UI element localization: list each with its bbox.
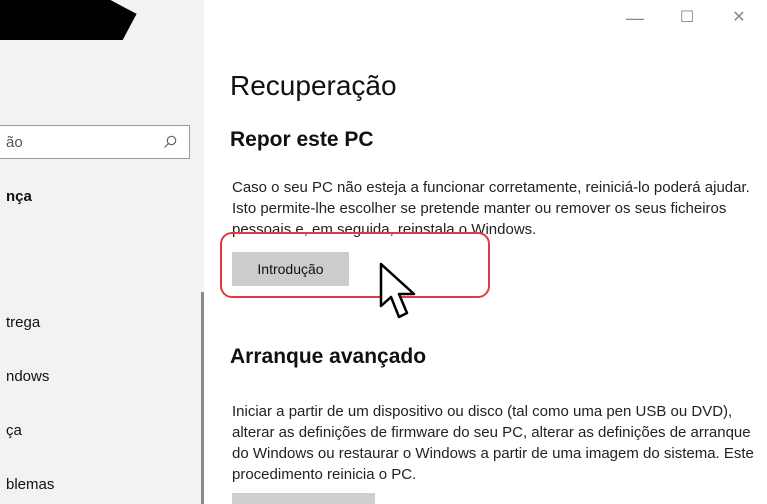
sidebar-item-troubleshoot[interactable]: blemas	[6, 476, 54, 493]
search-box[interactable]: ão	[0, 125, 190, 159]
search-icon[interactable]	[163, 135, 177, 149]
highlight-annotation	[220, 232, 490, 298]
search-input[interactable]: ão	[6, 134, 23, 151]
page-title: Recuperação	[230, 70, 397, 101]
restart-now-button[interactable]	[232, 493, 375, 504]
sidebar: ão nça trega ndows ça blemas	[0, 0, 204, 504]
mouse-pointer-icon	[379, 262, 416, 319]
reset-pc-heading: Repor este PC	[230, 128, 374, 151]
corner-decoration	[0, 0, 140, 40]
advanced-startup-heading: Arranque avançado	[230, 345, 427, 368]
advanced-startup-description: Iniciar a partir de um dispositivo ou di…	[232, 403, 754, 483]
minimize-button[interactable]: —	[620, 6, 650, 30]
maximize-button[interactable]: ☐	[672, 6, 702, 30]
close-button[interactable]: ✕	[724, 6, 754, 30]
sidebar-scrollbar[interactable]	[201, 292, 204, 504]
sidebar-item-windows[interactable]: ndows	[6, 368, 49, 385]
reset-pc-description: Caso o seu PC não esteja a funcionar cor…	[232, 179, 750, 238]
sidebar-item-security[interactable]: nça	[6, 188, 32, 205]
sidebar-item-delivery[interactable]: trega	[6, 314, 40, 331]
sidebar-item-security-2[interactable]: ça	[6, 422, 22, 439]
